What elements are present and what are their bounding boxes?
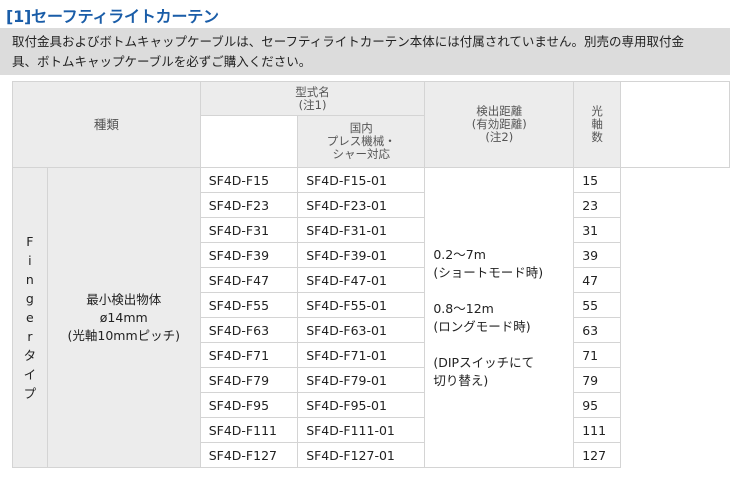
model-cell: SF4D-F23 [199,192,299,218]
blank-area [620,81,730,168]
header-distance: 検出距離 (有効距離) (注2) [424,81,575,168]
spec-table: 種類 型式名 (注1) 検出距離 (有効距離) (注2) 光 軸 数 国内 プレ… [12,81,730,468]
domestic-model-cell: SF4D-F47-01 [297,267,426,293]
purchase-note: 取付金具およびボトムキャップケーブルは、セーフティライトカーテン本体には付属され… [0,28,730,75]
domestic-model-cell: SF4D-F55-01 [297,292,426,318]
description-cell: 最小検出物体 ø14mm (光軸10mmピッチ) [46,167,201,468]
axes-cell: 55 [573,292,622,318]
note-line: 取付金具およびボトムキャップケーブルは、セーフティライトカーテン本体には付属され… [12,34,685,49]
domestic-model-cell: SF4D-F79-01 [297,367,426,393]
domestic-model-cell: SF4D-F71-01 [297,342,426,368]
domestic-model-cell: SF4D-F95-01 [297,392,426,418]
axes-cell: 15 [573,167,622,193]
axes-cell: 127 [573,442,622,468]
axes-cell: 95 [573,392,622,418]
header-type: 種類 [12,81,201,168]
header-model-domestic: 国内 プレス機械・ シャー対応 [297,115,426,168]
spec-table-container: 種類 型式名 (注1) 検出距離 (有効距離) (注2) 光 軸 数 国内 プレ… [12,81,730,468]
model-cell: SF4D-F39 [199,242,299,268]
domestic-model-cell: SF4D-F111-01 [297,417,426,443]
axes-cell: 47 [573,267,622,293]
model-cell: SF4D-F79 [199,367,299,393]
model-cell: SF4D-F63 [199,317,299,343]
category-cell: F i n g e r タ イ プ [12,167,48,468]
header-model-standard [199,115,299,168]
axes-cell: 23 [573,192,622,218]
distance-cell: 0.2～7m (ショートモード時) 0.8～12m (ロングモード時) (DIP… [424,167,575,468]
axes-cell: 111 [573,417,622,443]
axes-cell: 79 [573,367,622,393]
model-cell: SF4D-F47 [199,267,299,293]
domestic-model-cell: SF4D-F127-01 [297,442,426,468]
domestic-model-cell: SF4D-F23-01 [297,192,426,218]
table-row: F i n g e r タ イ プ最小検出物体 ø14mm (光軸10mmピッチ… [12,167,730,468]
domestic-model-cell: SF4D-F15-01 [297,167,426,193]
header-model: 型式名 (注1) [199,81,426,116]
axes-cell: 31 [573,217,622,243]
axes-cell: 39 [573,242,622,268]
model-cell: SF4D-F31 [199,217,299,243]
model-cell: SF4D-F55 [199,292,299,318]
domestic-model-cell: SF4D-F31-01 [297,217,426,243]
model-cell: SF4D-F111 [199,417,299,443]
header-axes: 光 軸 数 [573,81,622,168]
model-cell: SF4D-F15 [199,167,299,193]
domestic-model-cell: SF4D-F63-01 [297,317,426,343]
axes-cell: 71 [573,342,622,368]
model-cell: SF4D-F71 [199,342,299,368]
model-cell: SF4D-F127 [199,442,299,468]
axes-cell: 63 [573,317,622,343]
domestic-model-cell: SF4D-F39-01 [297,242,426,268]
model-cell: SF4D-F95 [199,392,299,418]
note-line: 具、ボトムキャップケーブルを必ずご購入ください。 [12,54,312,69]
section-title: [1]セーフティライトカーテン [6,7,219,26]
